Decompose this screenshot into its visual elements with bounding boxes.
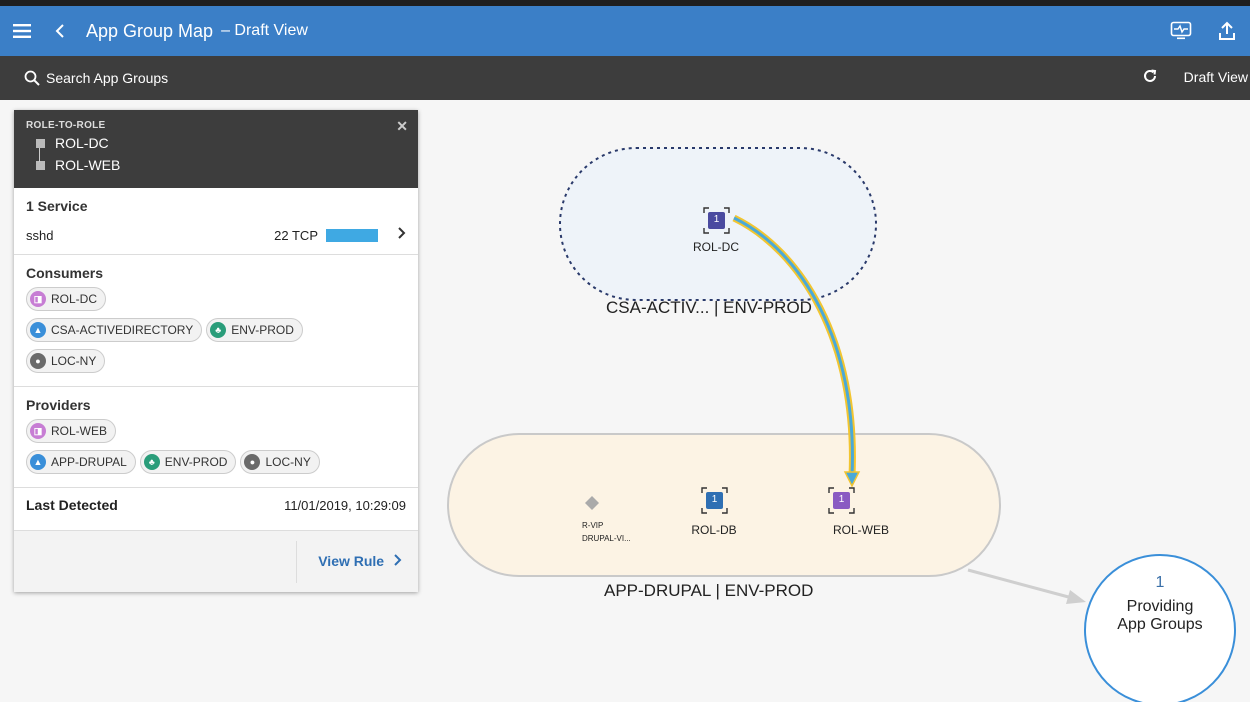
role-detail-panel: ROLE-TO-ROLE ROL-DC ROL-WEB ✕ 1 Service … (14, 110, 418, 592)
view-rule-link[interactable]: View Rule (318, 553, 402, 569)
search-app-groups[interactable]: Search App Groups (24, 70, 168, 86)
app-icon: ▲ (30, 322, 46, 338)
node-web-count: 1 (838, 494, 845, 505)
pill-label: LOC-NY (51, 354, 97, 368)
group-top-label: CSA-ACTIV... | ENV-PROD (606, 298, 812, 317)
location-pin-icon: ● (30, 353, 46, 369)
from-role: ROL-DC (26, 135, 406, 151)
role-icon: ◨ (30, 423, 46, 439)
pill-label: ROL-DC (51, 292, 98, 306)
search-bar: Search App Groups Draft View (0, 56, 1250, 100)
vip-sublabel: DRUPAL-VI... (582, 534, 631, 543)
role-icon: ◨ (30, 291, 46, 307)
chevron-right-icon (394, 554, 402, 566)
page-subtitle: – Draft View (221, 22, 308, 39)
chevron-right-icon[interactable] (398, 226, 406, 244)
monitor-icon[interactable] (1158, 21, 1204, 41)
search-icon (24, 70, 40, 86)
location-pin-icon: ● (244, 454, 261, 470)
providing-connector (967, 568, 1077, 601)
node-dc-count: 1 (713, 214, 720, 225)
pill-label: ENV-PROD (231, 323, 294, 337)
down-arrow-icon (39, 148, 40, 162)
to-role-label: ROL-WEB (55, 157, 121, 173)
app-group-drupal[interactable] (447, 433, 1001, 577)
app-icon: ▲ (30, 454, 46, 470)
providing-label: Providing (1126, 598, 1194, 615)
header-actions (1158, 6, 1250, 56)
service-port: 22 TCP (274, 227, 318, 243)
consumers-list: ◨ ROL-DC ▲ CSA-ACTIVEDIRECTORY ♣ ENV-PROD ●… (26, 287, 406, 380)
pill-label: APP-DRUPAL (51, 455, 127, 469)
view-rule-label: View Rule (318, 553, 385, 569)
pill-label: ENV-PROD (164, 455, 228, 469)
panel-header: ROLE-TO-ROLE ROL-DC ROL-WEB ✕ (14, 110, 418, 188)
pill-label: CSA-ACTIVEDIRECTORY (51, 323, 194, 337)
services-title: 1 Service (26, 198, 88, 214)
providers-list: ◨ ROL-WEB ▲ APP-DRUPAL ♣ ENV-PROD ● LOC-NY (26, 419, 406, 481)
providing-connector-arrow (1066, 590, 1086, 604)
node-web-label: ROL-WEB (832, 523, 889, 537)
role-square-icon (36, 160, 45, 170)
providing-label-2: App Groups (1117, 616, 1203, 633)
providers-title: Providers (26, 397, 91, 413)
view-mode-selector[interactable]: Draft View (1184, 69, 1248, 85)
provider-loc-pill[interactable]: ● LOC-NY (240, 450, 320, 474)
role-square-icon (36, 138, 45, 148)
last-detected-label: Last Detected (26, 497, 118, 513)
providers-section: Providers ◨ ROL-WEB ▲ APP-DRUPAL ♣ ENV-PROD… (14, 387, 418, 488)
consumers-title: Consumers (26, 265, 104, 281)
top-bar: App Group Map – Draft View (0, 0, 1250, 56)
consumer-loc-pill[interactable]: ● LOC-NY (26, 349, 106, 373)
provider-role-pill[interactable]: ◨ ROL-WEB (26, 419, 117, 443)
providing-app-groups[interactable]: 1 Providing App Groups (1100, 574, 1220, 634)
panel-footer: View Rule (14, 530, 418, 592)
provider-env-pill[interactable]: ♣ ENV-PROD (139, 450, 237, 474)
pill-label: LOC-NY (265, 455, 311, 469)
back-icon[interactable] (44, 6, 76, 56)
vip-label: R-VIP (582, 521, 604, 530)
service-row[interactable]: sshd 22 TCP (26, 220, 406, 250)
page-title: App Group Map (86, 20, 214, 41)
refresh-icon[interactable] (1142, 68, 1158, 89)
last-detected-value: 11/01/2019, 10:29:09 (284, 497, 406, 513)
env-tree-icon: ♣ (210, 322, 227, 338)
upload-icon[interactable] (1204, 21, 1250, 41)
from-role-label: ROL-DC (55, 135, 109, 151)
node-dc-label: ROL-DC (692, 240, 739, 254)
provider-app-pill[interactable]: ▲ APP-DRUPAL (26, 450, 136, 474)
to-role: ROL-WEB (26, 157, 406, 173)
service-traffic-bar (326, 228, 378, 242)
providing-count: 1 (1155, 574, 1165, 591)
group-bottom-label: APP-DRUPAL | ENV-PROD (604, 581, 814, 600)
close-icon[interactable]: ✕ (396, 118, 408, 135)
menu-icon[interactable] (0, 6, 44, 56)
services-section: 1 Service sshd 22 TCP (14, 188, 418, 255)
footer-divider (296, 541, 297, 583)
node-db-label: ROL-DB (691, 523, 737, 537)
consumers-section: Consumers ◨ ROL-DC ▲ CSA-ACTIVEDIRECTORY ♣… (14, 255, 418, 387)
panel-kind: ROLE-TO-ROLE (26, 120, 106, 131)
consumer-role-pill[interactable]: ◨ ROL-DC (26, 287, 107, 311)
consumer-app-pill[interactable]: ▲ CSA-ACTIVEDIRECTORY (26, 318, 203, 342)
service-name: sshd (26, 227, 54, 243)
pill-label: ROL-WEB (51, 424, 108, 438)
last-detected-row: Last Detected 11/01/2019, 10:29:09 (14, 488, 418, 522)
env-tree-icon: ♣ (143, 454, 160, 470)
node-db-count: 1 (711, 494, 718, 505)
search-input[interactable]: Search App Groups (46, 70, 168, 86)
consumer-env-pill[interactable]: ♣ ENV-PROD (206, 318, 303, 342)
